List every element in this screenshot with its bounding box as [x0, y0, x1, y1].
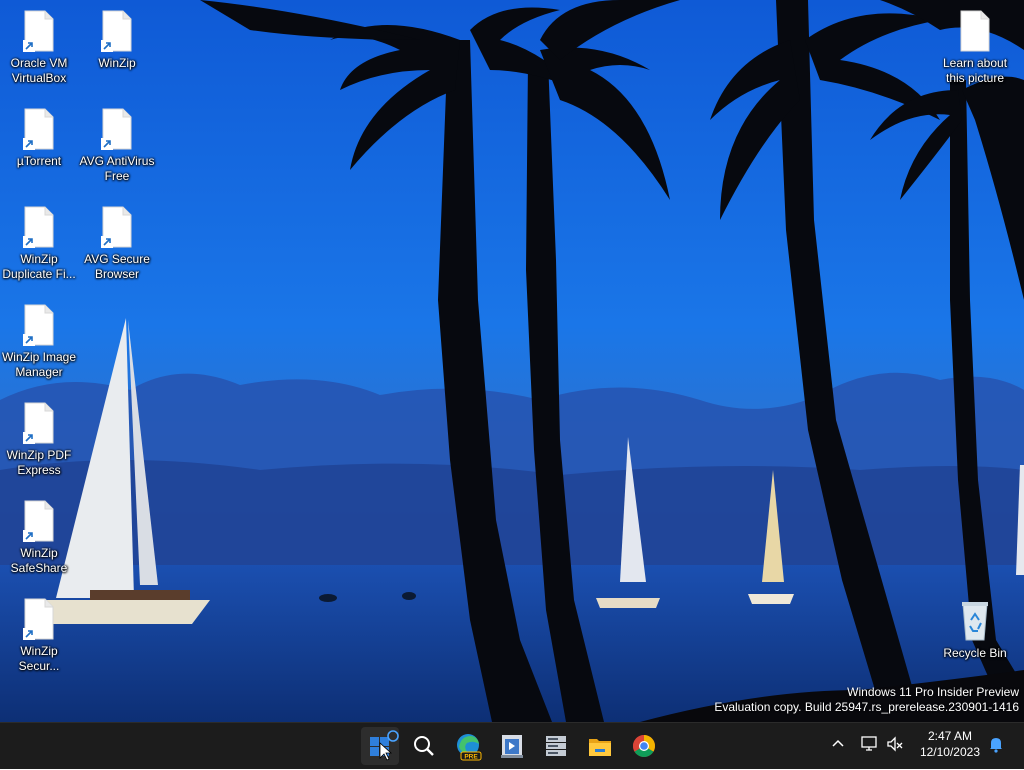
taskbar-app-chrome[interactable]	[625, 727, 663, 765]
start-button[interactable]	[361, 727, 399, 765]
desktop-icon-recycle-bin[interactable]: Recycle Bin	[936, 598, 1014, 688]
desktop-icon-winzip-image-manager[interactable]: WinZip Image Manager	[0, 302, 78, 392]
windows-start-icon	[370, 730, 399, 761]
server-manager-icon	[546, 736, 566, 756]
shortcut-file-icon	[101, 10, 132, 52]
desktop-icon-winzip-pdf-express[interactable]: WinZip PDF Express	[0, 400, 78, 490]
desktop-icon-winzip-duplicate[interactable]: WinZip Duplicate Fi...	[0, 204, 78, 294]
desktop-icon-label: WinZip SafeShare	[10, 546, 68, 575]
desktop-icon-label: WinZip Image Manager	[1, 350, 77, 379]
recycle-bin-icon	[962, 602, 988, 641]
desktop[interactable]: Oracle VM VirtualBox WinZip µTorrent AVG…	[0, 0, 1024, 722]
desktop-icon-avg-antivirus[interactable]: AVG AntiVirus Free	[78, 106, 156, 196]
file-explorer-icon	[589, 739, 611, 756]
taskbar-app-server-manager[interactable]	[537, 727, 575, 765]
desktop-icon-label: Learn about this picture	[942, 56, 1008, 85]
notifications-button[interactable]	[986, 734, 1006, 759]
network-icon	[861, 736, 877, 751]
shortcut-file-icon	[23, 598, 54, 640]
desktop-icon-label: WinZip Duplicate Fi...	[2, 252, 76, 281]
shortcut-file-icon	[23, 206, 54, 248]
shortcut-file-icon	[23, 108, 54, 150]
bell-icon	[990, 738, 1002, 753]
desktop-icon-oracle-vm-virtualbox[interactable]: Oracle VM VirtualBox	[0, 8, 78, 98]
evaluation-watermark: Windows 11 Pro Insider Preview Evaluatio…	[714, 685, 1019, 715]
desktop-icon-winzip-secure[interactable]: WinZip Secur...	[0, 596, 78, 686]
desktop-icon-label: WinZip Secur...	[18, 644, 60, 673]
shortcut-file-icon	[23, 304, 54, 346]
desktop-icon-label: WinZip PDF Express	[6, 448, 72, 477]
edge-pre-badge: PRE	[464, 754, 478, 761]
shortcut-file-icon	[23, 500, 54, 542]
volume-button[interactable]	[885, 734, 905, 759]
clock[interactable]: 2:47 AM 12/10/2023	[920, 728, 980, 760]
search-icon	[414, 736, 434, 756]
desktop-icon-label: AVG AntiVirus Free	[79, 154, 155, 183]
desktop-icon-winzip-safeshare[interactable]: WinZip SafeShare	[0, 498, 78, 588]
clock-time: 2:47 AM	[927, 729, 972, 743]
watermark-line: Evaluation copy. Build 25947.rs_prerelea…	[714, 700, 1019, 714]
desktop-icon-label: AVG Secure Browser	[84, 252, 150, 281]
desktop-icon-label: Oracle VM VirtualBox	[10, 56, 68, 85]
shortcut-file-icon	[101, 108, 132, 150]
desktop-icon-label: µTorrent	[16, 154, 62, 168]
chevron-up-icon	[832, 739, 844, 747]
desktop-icon-utorrent[interactable]: µTorrent	[0, 106, 78, 196]
taskbar-app-file-explorer[interactable]	[581, 727, 619, 765]
desktop-icon-learn-about-picture[interactable]: Learn about this picture	[936, 8, 1014, 98]
taskbar: PRE 2:47 AM 12/10/2023	[0, 722, 1024, 769]
search-button[interactable]	[405, 727, 443, 765]
clock-date: 12/10/2023	[919, 745, 980, 759]
watermark-line: Windows 11 Pro Insider Preview	[847, 685, 1019, 699]
shortcut-file-icon	[101, 206, 132, 248]
shortcut-file-icon	[23, 10, 54, 52]
desktop-icon-avg-secure-browser[interactable]: AVG Secure Browser	[78, 204, 156, 294]
network-status-button[interactable]	[859, 734, 879, 759]
chrome-icon	[633, 735, 655, 757]
file-icon	[960, 10, 990, 52]
volume-muted-icon	[887, 736, 903, 752]
taskbar-app-edge-preview[interactable]: PRE	[449, 727, 487, 765]
edge-preview-icon: PRE	[457, 734, 482, 761]
visual-studio-installer-icon	[501, 735, 523, 758]
taskbar-app-vs-installer[interactable]	[493, 727, 531, 765]
shortcut-file-icon	[23, 402, 54, 444]
desktop-icon-label: WinZip	[98, 56, 136, 70]
desktop-icon-label: Recycle Bin	[943, 646, 1007, 660]
show-hidden-icons-button[interactable]	[829, 735, 847, 758]
desktop-icon-winzip[interactable]: WinZip	[78, 8, 156, 98]
